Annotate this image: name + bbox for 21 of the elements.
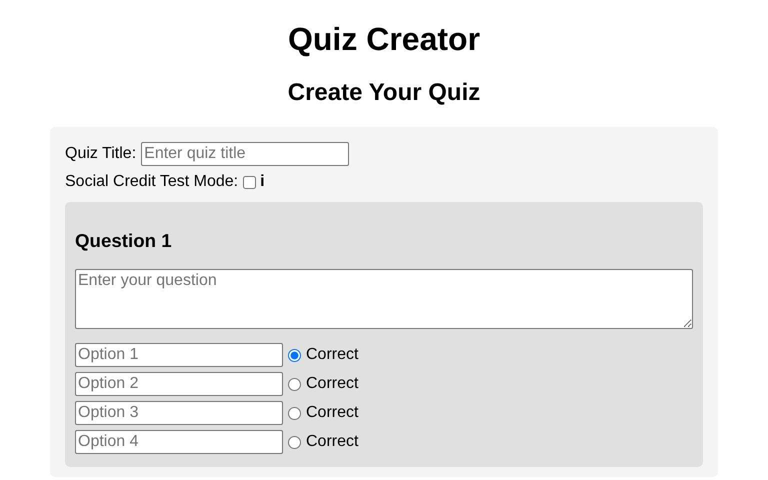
option-input[interactable]: Option 3: [75, 401, 283, 425]
info-icon[interactable]: i: [260, 173, 265, 191]
question-input[interactable]: Enter your question: [75, 269, 693, 329]
social-credit-checkbox[interactable]: [243, 176, 256, 188]
correct-radio[interactable]: [288, 378, 301, 390]
correct-radio[interactable]: [288, 348, 301, 362]
correct-label: Correct: [306, 404, 358, 422]
correct-label: Correct: [306, 433, 358, 451]
option-input[interactable]: Option 4: [75, 430, 283, 454]
page-subtitle: Create Your Quiz: [288, 79, 480, 107]
social-credit-label: Social Credit Test Mode:: [65, 173, 238, 191]
question-heading: Question 1: [75, 230, 172, 252]
quiz-title-input[interactable]: Enter quiz title: [141, 142, 350, 166]
correct-label: Correct: [306, 346, 358, 364]
correct-label: Correct: [306, 375, 358, 393]
correct-radio[interactable]: [288, 406, 301, 420]
page-title: Quiz Creator: [288, 21, 480, 58]
option-input[interactable]: Option 2: [75, 372, 283, 396]
quiz-title-label: Quiz Title:: [65, 145, 136, 163]
option-input[interactable]: Option 1: [75, 343, 283, 367]
correct-radio[interactable]: [288, 436, 301, 448]
